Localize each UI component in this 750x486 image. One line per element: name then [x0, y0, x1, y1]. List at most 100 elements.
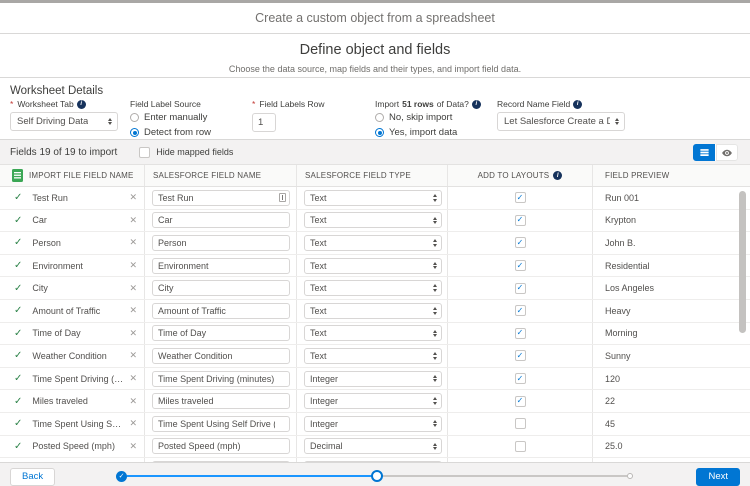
add-to-layouts-checkbox[interactable]: ✓	[515, 192, 526, 203]
field-type-select[interactable]: Text	[304, 280, 442, 296]
unmap-x-button[interactable]: ✕	[129, 373, 137, 384]
field-type-select[interactable]: Integer	[304, 416, 442, 432]
mapped-check-icon: ✓	[14, 328, 22, 339]
col-field-preview: Field Preview	[593, 165, 732, 186]
field-type-select[interactable]: Text	[304, 235, 442, 251]
unmap-x-button[interactable]: ✕	[129, 328, 137, 339]
fields-count-label: Fields 19 of 19 to import	[10, 147, 117, 158]
import-field-cell: ✓ Miles traveled ✕	[0, 390, 145, 412]
worksheet-details-heading: Worksheet Details	[10, 85, 103, 97]
unmap-x-button[interactable]: ✕	[129, 283, 137, 294]
salesforce-field-name-cell	[145, 210, 297, 232]
field-labels-row-label: * Field Labels Row	[252, 99, 325, 109]
import-field-name: Time of Day	[32, 328, 125, 338]
add-to-layouts-checkbox[interactable]: ✓	[515, 350, 526, 361]
salesforce-field-name-input[interactable]	[152, 212, 290, 228]
add-to-layouts-checkbox[interactable]: ✓	[515, 373, 526, 384]
progress-line-remaining	[382, 475, 627, 477]
unmap-x-button[interactable]: ✕	[129, 396, 137, 407]
salesforce-field-name-input[interactable]	[152, 416, 290, 432]
table-row: ✓ Environment ✕ Text ✓ Residentia	[0, 255, 750, 278]
next-button[interactable]: Next	[696, 468, 740, 486]
hide-mapped-fields-checkbox[interactable]: ✓	[139, 147, 150, 158]
salesforce-field-name-input[interactable]	[152, 280, 290, 296]
field-labels-row-group: * Field Labels Row	[252, 99, 325, 132]
info-icon[interactable]: i	[472, 100, 481, 109]
list-view-button[interactable]	[693, 144, 715, 161]
radio-icon	[375, 128, 384, 137]
worksheet-tab-select[interactable]: Self Driving Data	[10, 112, 118, 131]
worksheet-details-section: Worksheet Details * Worksheet Tab i Self…	[0, 78, 750, 140]
add-to-layouts-cell: ✓	[448, 187, 593, 209]
field-preview-value: 25.0	[605, 441, 623, 451]
table-scrollbar-thumb[interactable]	[739, 191, 746, 333]
salesforce-field-type-cell: Decimal	[297, 436, 448, 458]
field-type-select[interactable]: Text	[304, 303, 442, 319]
radio-enter-manually[interactable]: Enter manually	[130, 112, 211, 123]
add-to-layouts-checkbox[interactable]: ✓	[515, 305, 526, 316]
info-icon[interactable]: i	[77, 100, 86, 109]
salesforce-field-name-input[interactable]	[152, 325, 290, 341]
salesforce-field-name-input[interactable]	[152, 348, 290, 364]
salesforce-field-name-cell	[145, 436, 297, 458]
field-type-select[interactable]: Text	[304, 348, 442, 364]
step-title: Define object and fields	[0, 42, 750, 58]
unmap-x-button[interactable]: ✕	[129, 215, 137, 226]
wizard-footer: Back ✓ Next	[0, 462, 750, 486]
add-to-layouts-checkbox[interactable]: ✓	[515, 328, 526, 339]
add-to-layouts-checkbox[interactable]: ✓	[515, 237, 526, 248]
salesforce-field-name-input[interactable]	[152, 303, 290, 319]
field-type-select[interactable]: Decimal	[304, 438, 442, 454]
salesforce-field-name-input[interactable]	[152, 393, 290, 409]
salesforce-field-name-input[interactable]	[152, 235, 290, 251]
unmap-x-button[interactable]: ✕	[129, 350, 137, 361]
add-to-layouts-checkbox[interactable]: ✓	[515, 215, 526, 226]
table-row: ✓ Time of Day ✕ Text ✓ Morning	[0, 323, 750, 346]
field-type-select[interactable]: Text	[304, 258, 442, 274]
unmap-x-button[interactable]: ✕	[129, 305, 137, 316]
preview-view-button[interactable]	[716, 144, 738, 161]
salesforce-field-name-input[interactable]	[152, 371, 290, 387]
mapped-check-icon: ✓	[14, 192, 22, 203]
add-to-layouts-checkbox[interactable]: ✓	[515, 283, 526, 294]
back-button[interactable]: Back	[10, 468, 55, 486]
unmap-x-button[interactable]: ✕	[129, 192, 137, 203]
unmap-x-button[interactable]: ✕	[129, 237, 137, 248]
add-to-layouts-checkbox[interactable]: ✓	[515, 418, 526, 429]
field-labels-row-input[interactable]	[252, 113, 276, 132]
field-type-select[interactable]: Integer	[304, 371, 442, 387]
field-type-select[interactable]: Text	[304, 212, 442, 228]
select-stepper-icon	[433, 420, 437, 428]
info-icon[interactable]: i	[573, 100, 582, 109]
field-label-source-group: Field Label Source Enter manually Detect…	[130, 99, 211, 142]
add-to-layouts-checkbox[interactable]: ✓	[515, 396, 526, 407]
mapped-check-icon: ✓	[14, 237, 22, 248]
field-preview-cell: Los Angeles	[593, 277, 732, 299]
field-type-select[interactable]: Integer	[304, 393, 442, 409]
unmap-x-button[interactable]: ✕	[129, 441, 137, 452]
unmap-x-button[interactable]: ✕	[129, 260, 137, 271]
field-type-select[interactable]: Text	[304, 325, 442, 341]
info-icon[interactable]: i	[553, 171, 562, 180]
radio-yes-import-data[interactable]: Yes, import data	[375, 127, 481, 138]
add-to-layouts-checkbox[interactable]: ✓	[515, 441, 526, 452]
add-to-layouts-cell: ✓	[448, 323, 593, 345]
radio-detect-from-row[interactable]: Detect from row	[130, 127, 211, 138]
import-field-name: Posted Speed (mph)	[32, 441, 125, 451]
salesforce-field-name-input[interactable]	[152, 258, 290, 274]
import-field-name: Amount of Traffic	[32, 306, 125, 316]
add-to-layouts-checkbox[interactable]: ✓	[515, 260, 526, 271]
unmap-x-button[interactable]: ✕	[129, 418, 137, 429]
table-row: ✓ Amount of Traffic ✕ Text ✓ Heav	[0, 300, 750, 323]
import-field-name: Person	[32, 238, 125, 248]
radio-icon	[375, 113, 384, 122]
create-object-wizard: Create a custom object from a spreadshee…	[0, 0, 750, 486]
worksheet-tab-group: * Worksheet Tab i Self Driving Data	[10, 99, 118, 131]
record-name-field-select[interactable]: Let Salesforce Create a Default Rec	[497, 112, 625, 131]
radio-no-skip-import[interactable]: No, skip import	[375, 112, 481, 123]
table-row: ✓ Miles traveled ✕ Integer ✓ 22	[0, 390, 750, 413]
salesforce-field-name-input[interactable]	[152, 438, 290, 454]
field-preview-cell: Heavy	[593, 300, 732, 322]
salesforce-field-name-input[interactable]	[152, 190, 290, 206]
field-type-select[interactable]: Text	[304, 190, 442, 206]
